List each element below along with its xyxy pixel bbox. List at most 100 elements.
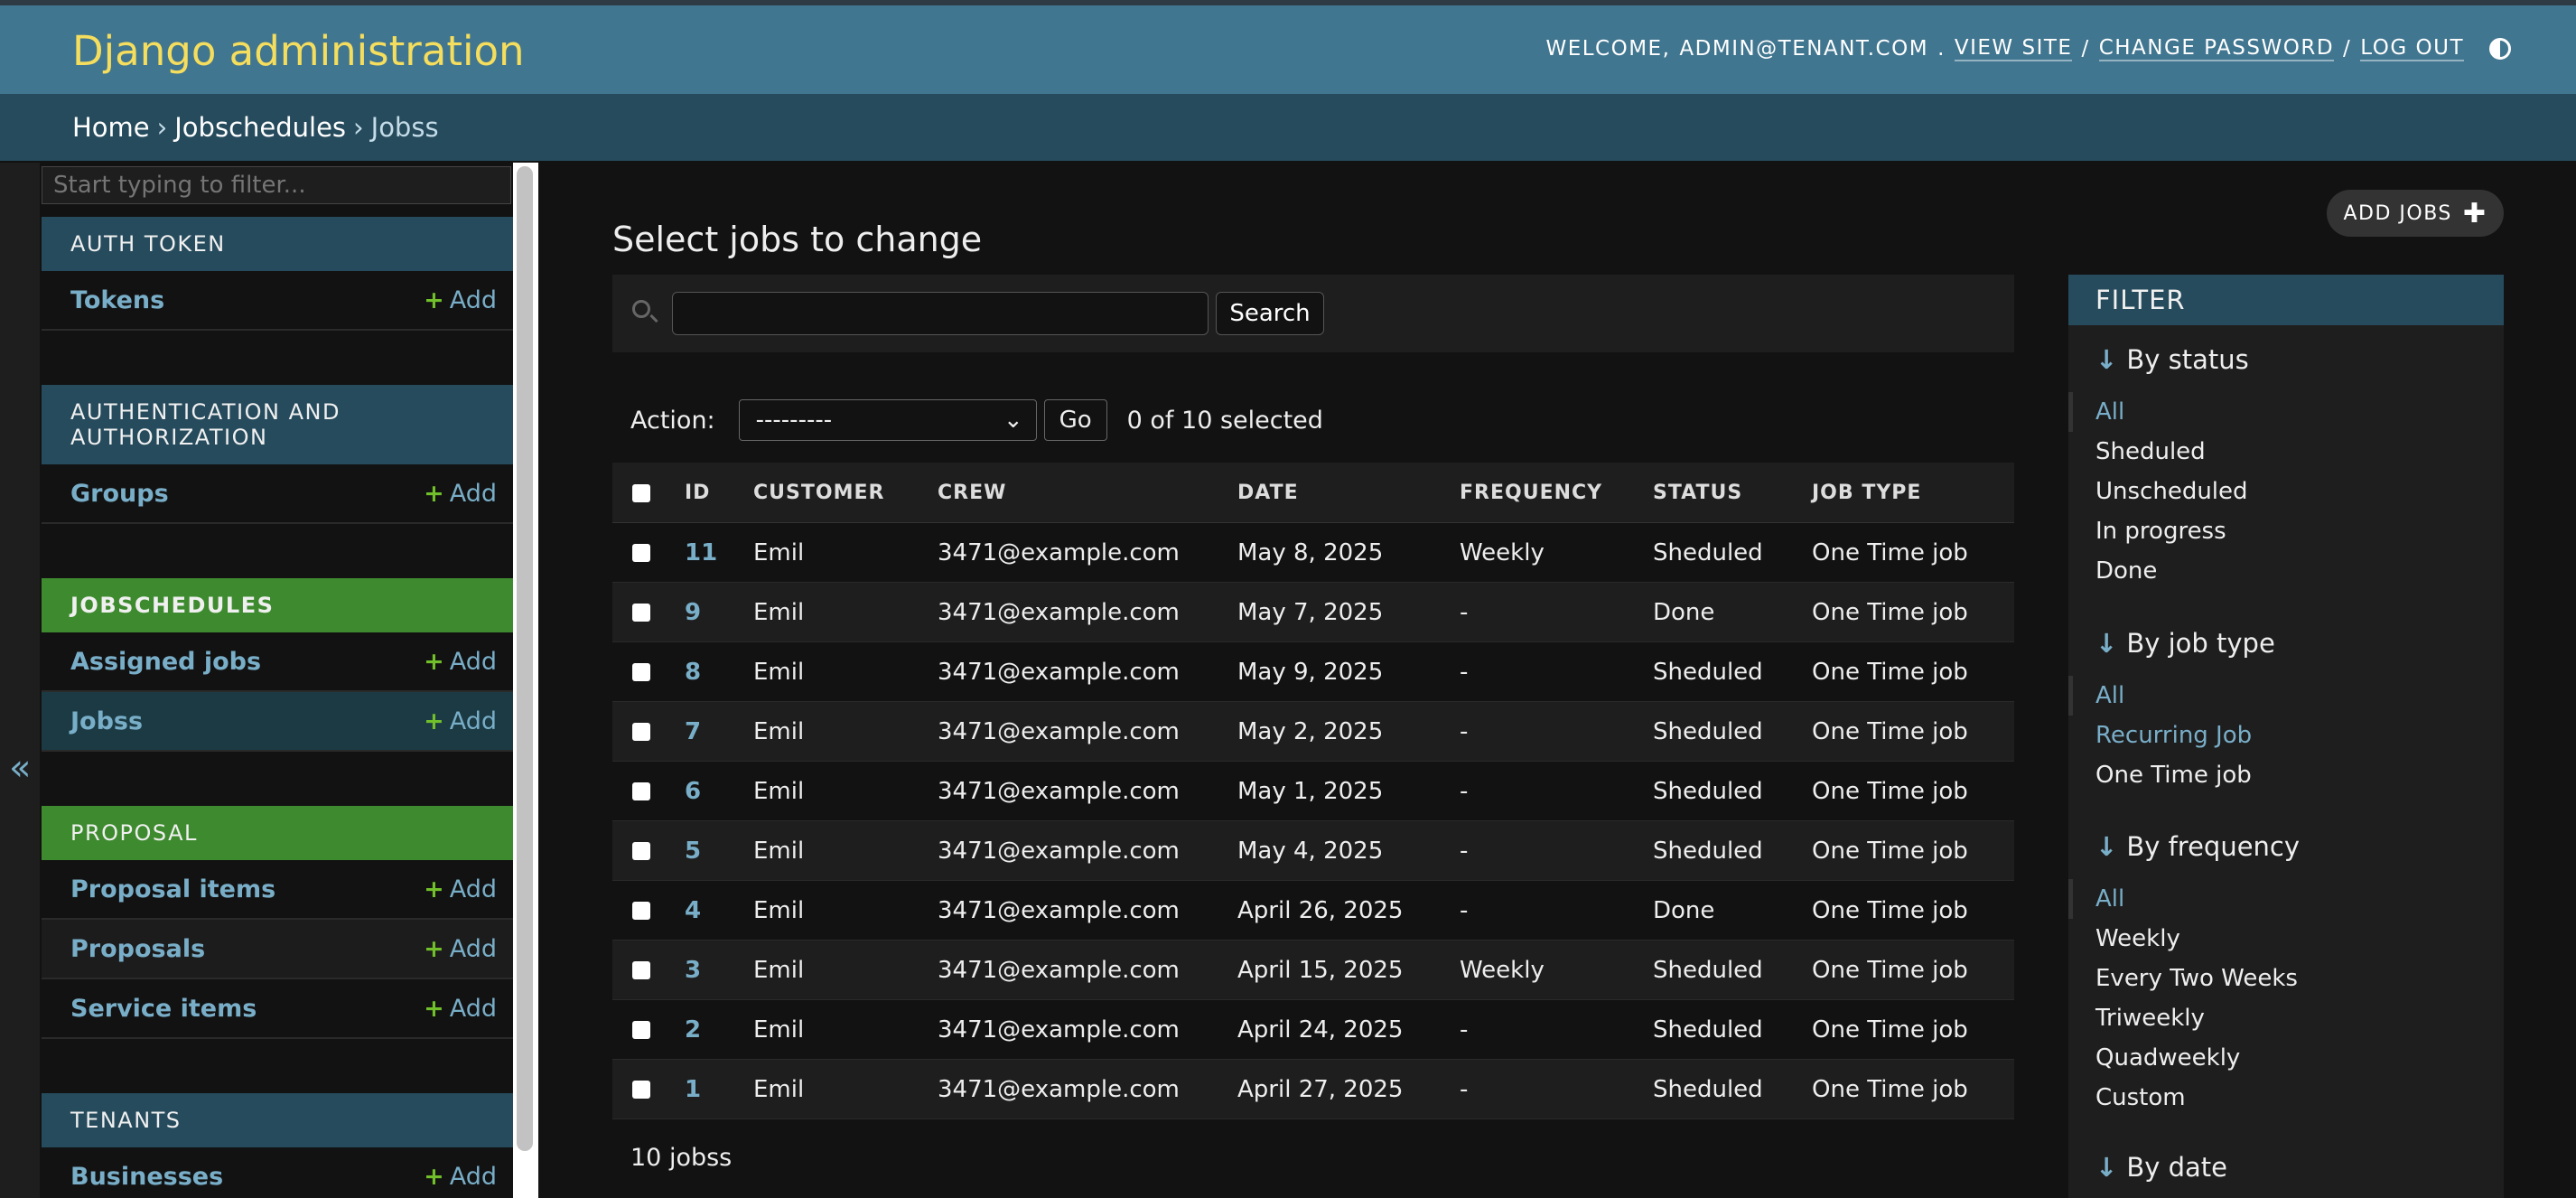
table-row[interactable]: 1 Emil 3471@example.com April 27, 2025- Shed… — [612, 1059, 2014, 1119]
column-header-frequency[interactable]: Frequency — [1460, 463, 1653, 523]
table-row[interactable]: 11 Emil 3471@example.com May 8, 2025 Weekly S… — [612, 522, 2014, 583]
row-id-link[interactable]: 2 — [685, 1016, 701, 1044]
add-jobs-button[interactable]: Add Jobs ✚ — [2327, 190, 2504, 237]
sidebar-item-businesses[interactable]: Businesses + Add — [42, 1147, 513, 1198]
cell-id[interactable]: 7 — [685, 701, 753, 762]
add-link[interactable]: + Add — [424, 707, 497, 735]
nav-filter-input[interactable] — [42, 166, 511, 204]
column-header-date[interactable]: Date — [1237, 463, 1460, 523]
row-id-link[interactable]: 9 — [685, 599, 701, 626]
row-checkbox[interactable] — [632, 902, 650, 920]
row-checkbox[interactable] — [632, 663, 650, 681]
view-site-link[interactable]: View site — [1954, 36, 2073, 61]
filter-option[interactable]: Recurring Job — [2068, 716, 2504, 755]
search-input[interactable] — [672, 292, 1209, 335]
theme-toggle-icon[interactable] — [2489, 38, 2511, 60]
cell-id[interactable]: 11 — [685, 522, 753, 583]
table-row[interactable]: 2 Emil 3471@example.com April 24, 2025- Shed… — [612, 999, 2014, 1060]
row-id-link[interactable]: 1 — [685, 1076, 701, 1103]
row-select-cell[interactable] — [612, 820, 685, 881]
row-select-cell[interactable] — [612, 761, 685, 821]
sidebar-item-groups[interactable]: Groups + Add — [42, 464, 513, 524]
sidebar-item-tokens[interactable]: Tokens + Add — [42, 271, 513, 331]
cell-id[interactable]: 8 — [685, 641, 753, 702]
nav-sidebar-toggle[interactable]: « — [0, 163, 40, 1198]
column-header-customer[interactable]: Customer — [753, 463, 938, 523]
filter-option[interactable]: All — [2068, 392, 2504, 432]
row-checkbox[interactable] — [632, 961, 650, 979]
filter-option[interactable]: All — [2068, 676, 2504, 716]
model-link[interactable]: Proposals — [70, 935, 205, 963]
model-link[interactable]: Groups — [70, 480, 169, 508]
module-caption[interactable]: Tenants — [42, 1093, 513, 1147]
sidebar-item-assigned-jobs[interactable]: Assigned jobs + Add — [42, 632, 513, 692]
row-select-cell[interactable] — [612, 999, 685, 1060]
filter-option[interactable]: Done — [2068, 551, 2504, 591]
column-header-id[interactable]: ID — [685, 463, 753, 523]
table-row[interactable]: 4 Emil 3471@example.com April 26, 2025- Done… — [612, 880, 2014, 941]
add-link[interactable]: + Add — [424, 648, 497, 676]
model-link[interactable]: Jobss — [70, 707, 143, 735]
sidebar-item-jobss[interactable]: Jobss + Add — [42, 692, 513, 752]
add-link[interactable]: + Add — [424, 935, 497, 963]
row-id-link[interactable]: 11 — [685, 539, 717, 566]
cell-id[interactable]: 3 — [685, 940, 753, 1000]
log-out-link[interactable]: Log out — [2360, 36, 2464, 61]
action-select[interactable]: --------- ⌄ — [738, 399, 1037, 441]
filter-option[interactable]: In progress — [2068, 511, 2504, 551]
row-select-cell[interactable] — [612, 641, 685, 702]
model-link[interactable]: Assigned jobs — [70, 648, 261, 676]
row-id-link[interactable]: 3 — [685, 957, 701, 984]
cell-id[interactable]: 1 — [685, 1059, 753, 1119]
row-checkbox[interactable] — [632, 1081, 650, 1099]
column-header-job-type[interactable]: Job type — [1812, 463, 2014, 523]
filter-option[interactable]: One Time job — [2068, 755, 2504, 795]
sidebar-item-service-items[interactable]: Service items + Add — [42, 979, 513, 1039]
table-row[interactable]: 9 Emil 3471@example.com May 7, 2025- Done One… — [612, 582, 2014, 642]
row-select-cell[interactable] — [612, 1059, 685, 1119]
model-link[interactable]: Businesses — [70, 1163, 223, 1191]
filter-option[interactable]: Triweekly — [2068, 998, 2504, 1038]
row-id-link[interactable]: 7 — [685, 718, 701, 745]
sidebar-scroll-thumb[interactable] — [517, 166, 533, 1151]
row-id-link[interactable]: 5 — [685, 838, 701, 865]
sidebar-item-proposals[interactable]: Proposals + Add — [42, 920, 513, 979]
filter-option[interactable]: Custom — [2068, 1078, 2504, 1118]
row-select-cell[interactable] — [612, 522, 685, 583]
filter-option[interactable]: Weekly — [2068, 919, 2504, 959]
row-select-cell[interactable] — [612, 940, 685, 1000]
select-all-checkbox[interactable] — [632, 483, 650, 502]
filter-option[interactable]: Every Two Weeks — [2068, 959, 2504, 998]
breadcrumb-home[interactable]: Home — [72, 112, 150, 143]
cell-id[interactable]: 9 — [685, 582, 753, 642]
add-link[interactable]: + Add — [424, 286, 497, 314]
row-select-cell[interactable] — [612, 582, 685, 642]
row-id-link[interactable]: 4 — [685, 897, 701, 924]
collapse-sidebar-icon[interactable]: « — [9, 750, 31, 786]
select-all-header[interactable] — [612, 463, 685, 523]
module-caption[interactable]: Authentication and Authorization — [42, 385, 513, 464]
row-id-link[interactable]: 6 — [685, 778, 701, 805]
model-link[interactable]: Service items — [70, 995, 257, 1023]
search-button[interactable]: Search — [1216, 292, 1324, 335]
row-checkbox[interactable] — [632, 1021, 650, 1039]
table-row[interactable]: 3 Emil 3471@example.com April 15, 2025 Weekl… — [612, 940, 2014, 1000]
cell-id[interactable]: 4 — [685, 880, 753, 941]
cell-id[interactable]: 2 — [685, 999, 753, 1060]
filter-option[interactable]: Sheduled — [2068, 432, 2504, 472]
filter-option[interactable]: Unscheduled — [2068, 472, 2504, 511]
row-checkbox[interactable] — [632, 842, 650, 860]
breadcrumb-app[interactable]: Jobschedules — [174, 112, 346, 143]
cell-id[interactable]: 6 — [685, 761, 753, 821]
row-id-link[interactable]: 8 — [685, 659, 701, 686]
filter-group-title[interactable]: ↓ By status — [2068, 340, 2504, 379]
site-branding[interactable]: Django administration — [72, 27, 525, 75]
column-header-crew[interactable]: Crew — [938, 463, 1237, 523]
filter-option[interactable]: All — [2068, 879, 2504, 919]
table-row[interactable]: 7 Emil 3471@example.com May 2, 2025- Shedule… — [612, 701, 2014, 762]
row-checkbox[interactable] — [632, 604, 650, 622]
filter-option[interactable]: Quadweekly — [2068, 1038, 2504, 1078]
model-link[interactable]: Tokens — [70, 286, 164, 314]
row-checkbox[interactable] — [632, 544, 650, 562]
change-password-link[interactable]: Change password — [2098, 36, 2335, 61]
